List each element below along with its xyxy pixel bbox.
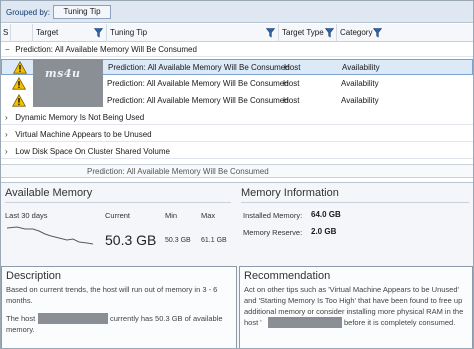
max-memory-value: 61.1 GB bbox=[201, 237, 227, 244]
column-header-row: S Target Tuning Tip Target Type Category bbox=[1, 24, 473, 42]
tuning-tip-cell: Prediction: All Available Memory Will Be… bbox=[108, 63, 290, 72]
column-header-target-label: Target bbox=[36, 28, 59, 37]
filter-funnel-icon[interactable] bbox=[373, 28, 382, 38]
divider bbox=[241, 202, 469, 203]
installed-memory-label: Installed Memory: bbox=[243, 211, 303, 220]
column-header-tuning-tip-label: Tuning Tip bbox=[110, 28, 148, 37]
description-line: The host bbox=[6, 314, 36, 323]
group-by-bar: Grouped by: Tuning Tip bbox=[1, 1, 473, 23]
selected-tip-strip: Prediction: All Available Memory Will Be… bbox=[1, 164, 473, 178]
tuning-tips-window: Grouped by: Tuning Tip S Target Tuning T… bbox=[0, 0, 474, 349]
filter-funnel-icon[interactable] bbox=[266, 28, 275, 38]
group-header-low-disk[interactable]: › Low Disk Space On Cluster Shared Volum… bbox=[1, 145, 473, 159]
tuning-tip-cell: Prediction: All Available Memory Will Be… bbox=[107, 96, 289, 105]
recommendation-title: Recommendation bbox=[244, 270, 331, 282]
redacted-host-name bbox=[268, 317, 342, 328]
column-header-target-type[interactable]: Target Type bbox=[279, 24, 337, 42]
description-line: memory. bbox=[6, 325, 35, 334]
group-label: Prediction: All Available Memory Will Be… bbox=[15, 45, 197, 54]
description-line: months. bbox=[6, 296, 33, 305]
filter-funnel-icon[interactable] bbox=[94, 28, 103, 38]
description-panel: Description Based on current trends, the… bbox=[1, 266, 237, 348]
collapse-toggle-icon[interactable]: − bbox=[5, 43, 13, 57]
category-cell: Availability bbox=[341, 96, 379, 105]
memory-reserve-label: Memory Reserve: bbox=[243, 228, 303, 237]
warning-icon bbox=[13, 61, 27, 74]
recommendation-line: host ' bbox=[244, 318, 262, 327]
recommendation-line: before it is completely consumed. bbox=[344, 318, 456, 327]
column-header-category[interactable]: Category bbox=[337, 24, 473, 42]
recommendation-line: additional memory or consider installing… bbox=[244, 307, 464, 316]
column-header-target-type-label: Target Type bbox=[282, 28, 324, 37]
installed-memory-value: 64.0 GB bbox=[311, 210, 341, 219]
redacted-host-name bbox=[38, 313, 108, 324]
current-memory-value: 50.3 GB bbox=[105, 232, 157, 248]
description-line: currently has 50.3 GB of available bbox=[110, 314, 223, 323]
description-line: Based on current trends, the host will r… bbox=[6, 285, 218, 294]
min-memory-value: 50.3 GB bbox=[165, 237, 191, 244]
group-label: Virtual Machine Appears to be Unused bbox=[15, 130, 152, 139]
details-pane: Available Memory Last 30 days Current Mi… bbox=[1, 182, 473, 348]
warning-icon bbox=[12, 94, 26, 107]
column-header-category-label: Category bbox=[340, 28, 373, 37]
period-label: Last 30 days bbox=[5, 211, 48, 220]
group-label: Low Disk Space On Cluster Shared Volume bbox=[15, 147, 170, 156]
group-header-prediction[interactable]: − Prediction: All Available Memory Will … bbox=[1, 43, 473, 57]
recommendation-panel: Recommendation Act on other tips such as… bbox=[239, 266, 473, 348]
grouped-by-label: Grouped by: bbox=[6, 8, 51, 17]
divider bbox=[5, 202, 231, 203]
target-type-cell: Host bbox=[284, 63, 301, 72]
recommendation-line: Act on other tips such as 'Virtual Machi… bbox=[244, 285, 459, 294]
target-type-cell: Host bbox=[283, 79, 300, 88]
category-cell: Availability bbox=[342, 63, 380, 72]
expand-toggle-icon[interactable]: › bbox=[5, 111, 13, 125]
memory-trend-sparkline bbox=[7, 226, 93, 245]
current-label: Current bbox=[105, 211, 131, 220]
filter-funnel-icon[interactable] bbox=[325, 28, 334, 38]
min-label: Min bbox=[165, 211, 178, 220]
expand-toggle-icon[interactable]: › bbox=[5, 128, 13, 142]
redacted-target-names: ms4u bbox=[33, 59, 103, 107]
group-header-vm-unused[interactable]: › Virtual Machine Appears to be Unused bbox=[1, 128, 473, 142]
tuning-tip-cell: Prediction: All Available Memory Will Be… bbox=[107, 79, 289, 88]
memory-reserve-value: 2.0 GB bbox=[311, 227, 337, 236]
recommendation-line: and 'Starting Memory Is Too High' that h… bbox=[244, 296, 463, 305]
target-type-cell: Host bbox=[283, 96, 300, 105]
warning-icon bbox=[12, 77, 26, 90]
column-header-tuning-tip[interactable]: Tuning Tip bbox=[107, 24, 279, 42]
category-cell: Availability bbox=[341, 79, 379, 88]
column-header-s[interactable]: S bbox=[1, 24, 11, 42]
group-by-chip-tuning-tip[interactable]: Tuning Tip bbox=[53, 5, 111, 19]
memory-information-title: Memory Information bbox=[241, 187, 339, 199]
description-title: Description bbox=[6, 270, 62, 282]
expand-toggle-icon[interactable]: › bbox=[5, 145, 13, 159]
column-header-target[interactable]: Target bbox=[33, 24, 107, 42]
column-header-blank bbox=[11, 24, 33, 42]
group-header-dynamic-memory[interactable]: › Dynamic Memory Is Not Being Used bbox=[1, 111, 473, 125]
watermark-text: ms4u bbox=[45, 67, 81, 80]
max-label: Max bbox=[201, 211, 216, 220]
available-memory-title: Available Memory bbox=[5, 187, 93, 199]
group-label: Dynamic Memory Is Not Being Used bbox=[15, 113, 145, 122]
